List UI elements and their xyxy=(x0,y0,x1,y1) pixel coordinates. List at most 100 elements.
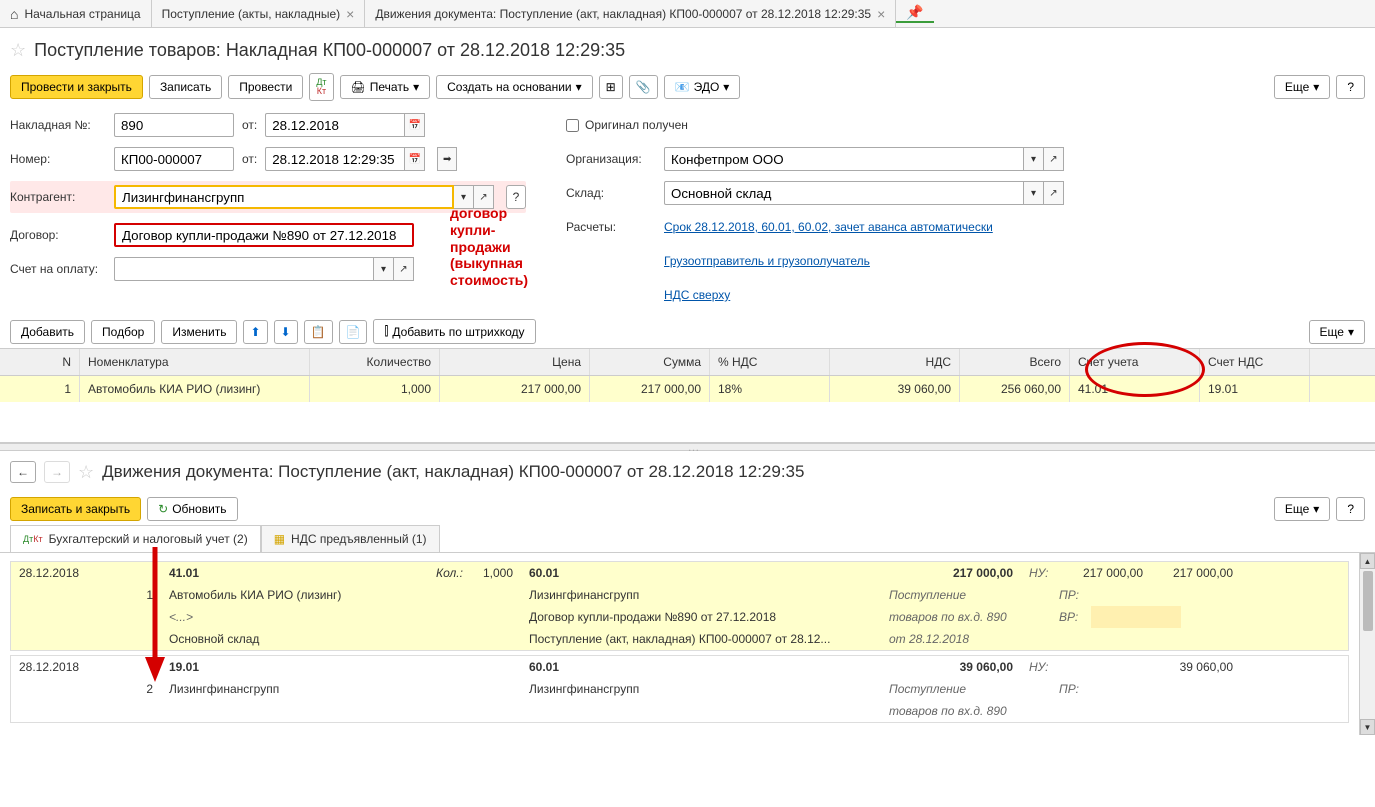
col-quantity[interactable]: Количество xyxy=(310,349,440,375)
calendar-icon[interactable]: 📅 xyxy=(405,113,425,137)
invoice-no-label: Накладная №: xyxy=(10,118,106,132)
tab-accounting[interactable]: ДтКт Бухгалтерский и налоговый учет (2) xyxy=(10,525,261,552)
more-button[interactable]: Еще ▾ xyxy=(1309,320,1365,344)
consignor-link[interactable]: Грузоотправитель и грузополучатель xyxy=(664,254,870,268)
col-account[interactable]: Счет учета xyxy=(1070,349,1200,375)
accounting-entry[interactable]: 28.12.2018 41.01 Кол.: 1,000 60.01 217 0… xyxy=(10,561,1349,651)
number-date-input[interactable] xyxy=(265,147,405,171)
dropdown-icon[interactable]: ▾ xyxy=(1024,147,1044,171)
help-button[interactable]: ? xyxy=(1336,497,1365,521)
col-vat-amount[interactable]: НДС xyxy=(830,349,960,375)
from-label: от: xyxy=(242,152,257,166)
settlements-link[interactable]: Срок 28.12.2018, 60.01, 60.02, зачет ава… xyxy=(664,220,993,234)
debit-sub1: Автомобиль КИА РИО (лизинг) xyxy=(161,584,521,606)
main-toolbar: Провести и закрыть Записать Провести ДтК… xyxy=(0,69,1375,105)
move-down-button[interactable]: ⬇ xyxy=(274,320,298,344)
more-label: Еще xyxy=(1320,325,1344,339)
original-received-checkbox[interactable] xyxy=(566,119,579,132)
write-close-button[interactable]: Записать и закрыть xyxy=(10,497,141,521)
contractor-input[interactable] xyxy=(114,185,454,209)
grid-blank xyxy=(0,402,1375,442)
post-button[interactable]: Провести xyxy=(228,75,303,99)
tab-movements[interactable]: Движения документа: Поступление (акт, на… xyxy=(365,0,896,27)
vat-link[interactable]: НДС сверху xyxy=(664,288,730,302)
create-based-label: Создать на основании xyxy=(447,80,572,94)
nu-label: НУ: xyxy=(1021,656,1061,678)
calendar-icon[interactable]: 📅 xyxy=(405,147,425,171)
open-icon[interactable]: ↗ xyxy=(1044,181,1064,205)
close-icon[interactable]: × xyxy=(346,6,354,22)
scroll-down-icon[interactable]: ▼ xyxy=(1360,719,1375,735)
invoice-no-input[interactable] xyxy=(114,113,234,137)
barcode-button[interactable]: ⫿ Добавить по штрихкоду xyxy=(373,319,535,344)
scroll-up-icon[interactable]: ▲ xyxy=(1360,553,1375,569)
help-button[interactable]: ? xyxy=(1336,75,1365,99)
goto-icon[interactable]: ➡ xyxy=(437,147,457,171)
operation-text: Поступление xyxy=(881,678,1051,700)
nu-ct: 217 000,00 xyxy=(1151,562,1241,584)
table-row[interactable]: 1 Автомобиль КИА РИО (лизинг) 1,000 217 … xyxy=(0,376,1375,402)
more-button[interactable]: Еще ▾ xyxy=(1274,497,1330,521)
edo-button[interactable]: 📧 ЭДО ▾ xyxy=(664,75,741,99)
invoice-date-input[interactable] xyxy=(265,113,405,137)
cell-vat-rate: 18% xyxy=(710,376,830,402)
col-n[interactable]: N xyxy=(0,349,80,375)
print-button[interactable]: 🖨 Печать ▾ xyxy=(340,75,431,99)
star-icon[interactable]: ☆ xyxy=(10,40,26,61)
cell-price: 217 000,00 xyxy=(440,376,590,402)
col-sum[interactable]: Сумма xyxy=(590,349,710,375)
create-based-button[interactable]: Создать на основании ▾ xyxy=(436,75,593,99)
attach-button[interactable]: 📎 xyxy=(629,75,658,99)
col-vat-rate[interactable]: % НДС xyxy=(710,349,830,375)
col-price[interactable]: Цена xyxy=(440,349,590,375)
payment-invoice-input[interactable] xyxy=(114,257,374,281)
cell-nomenclature: Автомобиль КИА РИО (лизинг) xyxy=(80,376,310,402)
settlements-label: Расчеты: xyxy=(566,220,656,234)
forward-button[interactable]: → xyxy=(44,461,70,483)
dropdown-icon[interactable]: ▾ xyxy=(1024,181,1044,205)
add-button[interactable]: Добавить xyxy=(10,320,85,344)
more-button[interactable]: Еще ▾ xyxy=(1274,75,1330,99)
tab-vat[interactable]: ▦ НДС предъявленный (1) xyxy=(261,525,440,552)
accounting-entry[interactable]: 28.12.2018 19.01 60.01 39 060,00 НУ: 39 … xyxy=(10,655,1349,723)
tab-label: Движения документа: Поступление (акт, на… xyxy=(375,7,871,21)
col-total[interactable]: Всего xyxy=(960,349,1070,375)
structure-button[interactable]: ⊞ xyxy=(599,75,623,99)
debit-sub1: Лизингфинансгрупп xyxy=(161,678,521,700)
tab-home[interactable]: ⌂ Начальная страница xyxy=(0,0,152,27)
credit-account: 60.01 xyxy=(521,562,881,584)
post-and-close-button[interactable]: Провести и закрыть xyxy=(10,75,143,99)
credit-account: 60.01 xyxy=(521,656,881,678)
close-icon[interactable]: × xyxy=(877,6,885,22)
print-label: Печать xyxy=(370,80,409,94)
contractor-label: Контрагент: xyxy=(10,190,106,204)
open-icon[interactable]: ↗ xyxy=(394,257,414,281)
splitter[interactable] xyxy=(0,443,1375,451)
copy-button[interactable]: 📋 xyxy=(304,320,333,344)
entry-amount: 39 060,00 xyxy=(881,656,1021,678)
move-up-button[interactable]: ⬆ xyxy=(243,320,267,344)
barcode-label: Добавить по штрихкоду xyxy=(392,325,524,339)
org-input[interactable] xyxy=(664,147,1024,171)
warehouse-input[interactable] xyxy=(664,181,1024,205)
dropdown-icon[interactable]: ▾ xyxy=(374,257,394,281)
col-vat-account[interactable]: Счет НДС xyxy=(1200,349,1310,375)
open-icon[interactable]: ↗ xyxy=(1044,147,1064,171)
edit-button[interactable]: Изменить xyxy=(161,320,237,344)
scrollbar[interactable]: ▲ ▼ xyxy=(1359,553,1375,735)
dtkt-button[interactable]: ДтКт xyxy=(309,73,333,101)
refresh-button[interactable]: ↻ Обновить xyxy=(147,497,237,521)
number-input[interactable] xyxy=(114,147,234,171)
pin-icon[interactable]: 📌 xyxy=(896,4,933,23)
contract-input[interactable] xyxy=(114,223,414,247)
write-button[interactable]: Записать xyxy=(149,75,222,99)
cell-vat-amount: 39 060,00 xyxy=(830,376,960,402)
col-nomenclature[interactable]: Номенклатура xyxy=(80,349,310,375)
back-button[interactable]: ← xyxy=(10,461,36,483)
scroll-thumb[interactable] xyxy=(1363,571,1373,631)
tab-receipts[interactable]: Поступление (акты, накладные) × xyxy=(152,0,366,27)
number-label: Номер: xyxy=(10,152,106,166)
star-icon[interactable]: ☆ xyxy=(78,462,94,483)
paste-button[interactable]: 📄 xyxy=(339,320,368,344)
pick-button[interactable]: Подбор xyxy=(91,320,155,344)
